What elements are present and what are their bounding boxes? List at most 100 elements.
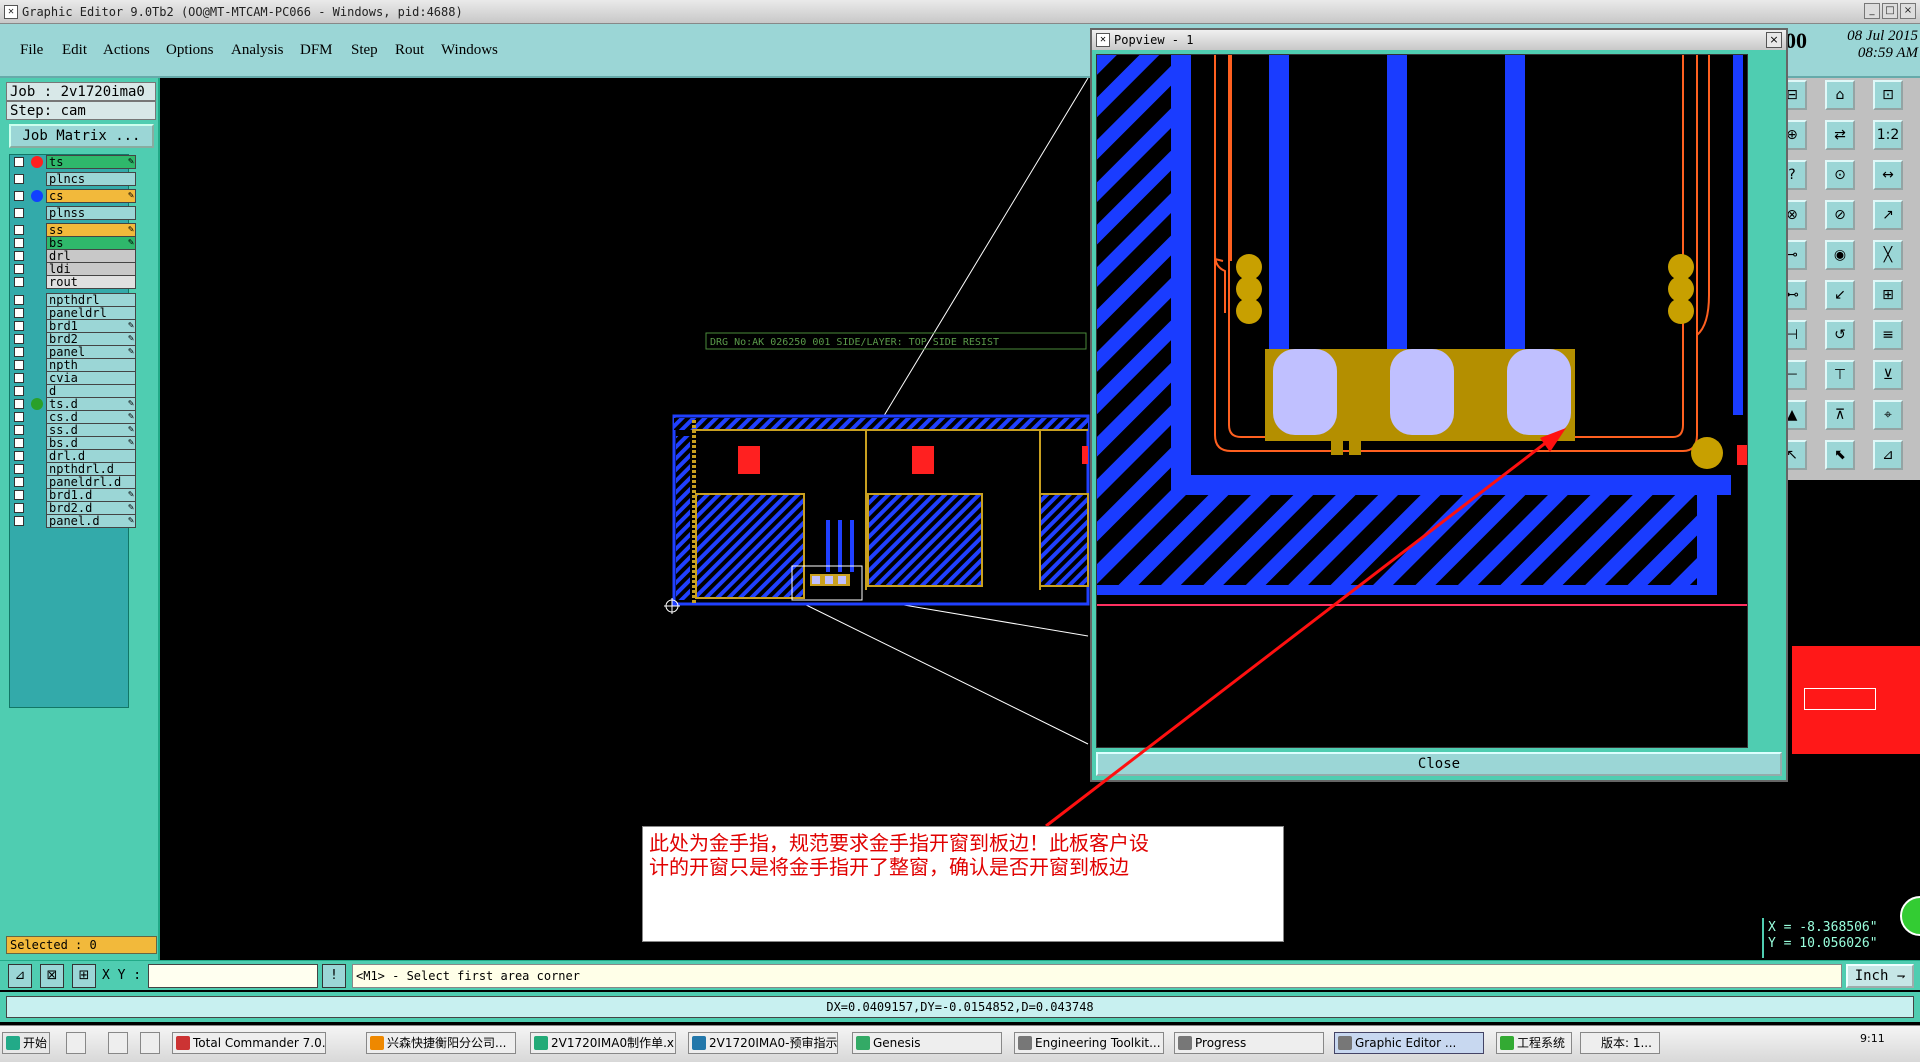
taskbar-item[interactable]: Progress — [1174, 1032, 1324, 1054]
quick-launch-2-icon[interactable] — [108, 1032, 128, 1054]
grid-icon[interactable]: ⊞ — [1873, 280, 1903, 310]
layer-name[interactable]: brd1 — [46, 319, 136, 333]
menu-options[interactable]: Options — [166, 42, 214, 59]
layer-checkbox[interactable] — [14, 191, 24, 201]
layer-name[interactable]: brd2 — [46, 332, 136, 346]
taskbar-item[interactable]: Genesis — [852, 1032, 1002, 1054]
layer-name[interactable]: cs.d — [46, 410, 136, 424]
layer-row[interactable]: paneldrl — [12, 306, 138, 320]
taskbar-item[interactable]: 兴森快捷衡阳分公司... — [366, 1032, 516, 1054]
layer-checkbox[interactable] — [14, 321, 24, 331]
layer-checkbox[interactable] — [14, 208, 24, 218]
layer-row[interactable]: ss.d ✎ — [12, 423, 138, 437]
overview-map[interactable] — [1792, 646, 1920, 754]
layer-name[interactable]: ss.d — [46, 423, 136, 437]
layer-row[interactable]: drl — [12, 249, 138, 263]
layer-checkbox[interactable] — [14, 360, 24, 370]
menu-analysis[interactable]: Analysis — [231, 42, 284, 59]
layer-checkbox[interactable] — [14, 464, 24, 474]
start-button[interactable]: 开始 — [2, 1032, 50, 1054]
layer-name[interactable]: brd2.d — [46, 501, 136, 515]
layer-row[interactable]: bs.d ✎ — [12, 436, 138, 450]
taskbar-item[interactable]: 工程系统 — [1496, 1032, 1572, 1054]
layer-checkbox[interactable] — [14, 295, 24, 305]
layer-checkbox[interactable] — [14, 412, 24, 422]
arrow-sw-icon[interactable]: ↙ — [1825, 280, 1855, 310]
layer-name[interactable]: ts — [46, 155, 136, 169]
layer-checkbox[interactable] — [14, 238, 24, 248]
layer-row[interactable]: drl.d — [12, 449, 138, 463]
rotate-icon[interactable]: ↺ — [1825, 320, 1855, 350]
close-window-button[interactable]: × — [1900, 3, 1916, 19]
menu-rout[interactable]: Rout — [395, 42, 424, 59]
layer-checkbox[interactable] — [14, 438, 24, 448]
layer-name[interactable]: paneldrl.d — [46, 475, 136, 489]
layer-checkbox[interactable] — [14, 347, 24, 357]
quick-launch-1-icon[interactable] — [66, 1032, 86, 1054]
layer-row[interactable]: npthdrl.d — [12, 462, 138, 476]
layer-name[interactable]: ldi — [46, 262, 136, 276]
snap-icon[interactable]: ⊿ — [8, 964, 32, 988]
layer-name[interactable]: panel.d — [46, 514, 136, 528]
layer-name[interactable]: ts.d — [46, 397, 136, 411]
layer-row[interactable]: plncs — [12, 172, 138, 186]
layer-checkbox[interactable] — [14, 264, 24, 274]
layer-row[interactable]: bs ✎ — [12, 236, 138, 250]
top-icon[interactable]: ⊤ — [1825, 360, 1855, 390]
cross-icon[interactable]: ╳ — [1873, 240, 1903, 270]
layer-name[interactable]: plncs — [46, 172, 136, 186]
layer-row[interactable]: panel ✎ — [12, 345, 138, 359]
popview-canvas[interactable] — [1096, 54, 1748, 748]
layer-row[interactable]: ldi — [12, 262, 138, 276]
taskbar-item[interactable]: Graphic Editor ... — [1334, 1032, 1484, 1054]
xy-input[interactable] — [148, 964, 318, 988]
scale-icon[interactable]: 1:2 — [1873, 120, 1903, 150]
layer-row[interactable]: ts.d ✎ — [12, 397, 138, 411]
layer-checkbox[interactable] — [14, 451, 24, 461]
layer-row[interactable]: ss ✎ — [12, 223, 138, 237]
select-icon[interactable]: ⬉ — [1825, 440, 1855, 470]
layer-row[interactable]: cvia — [12, 371, 138, 385]
layer-row[interactable]: paneldrl.d — [12, 475, 138, 489]
menu-file[interactable]: File — [20, 42, 43, 59]
layer-checkbox[interactable] — [14, 477, 24, 487]
menu-step[interactable]: Step — [351, 42, 378, 59]
layer-checkbox[interactable] — [14, 425, 24, 435]
unit-select[interactable]: Inch ⇁ — [1846, 964, 1914, 988]
layer-row[interactable]: cs ✎ — [12, 189, 138, 203]
center-icon[interactable]: ⊙ — [1825, 160, 1855, 190]
layer-checkbox[interactable] — [14, 225, 24, 235]
layer-name[interactable]: plnss — [46, 206, 136, 220]
layer-checkbox[interactable] — [14, 516, 24, 526]
popview-close-x[interactable]: × — [1766, 32, 1782, 48]
layer-checkbox[interactable] — [14, 386, 24, 396]
taskbar-item[interactable]: 版本: 1... — [1580, 1032, 1660, 1054]
arrow-h-icon[interactable]: ↔ — [1873, 160, 1903, 190]
wedge-icon[interactable]: ⊼ — [1825, 400, 1855, 430]
minimize-button[interactable]: _ — [1864, 3, 1880, 19]
layer-row[interactable]: rout — [12, 275, 138, 289]
taskbar-item[interactable]: Engineering Toolkit... — [1014, 1032, 1164, 1054]
info-icon[interactable]: ! — [322, 964, 346, 988]
layer-checkbox[interactable] — [14, 308, 24, 318]
home-view-icon[interactable]: ⌂ — [1825, 80, 1855, 110]
layer-row[interactable]: ts ✎ — [12, 155, 138, 169]
mask-icon[interactable]: ⊘ — [1825, 200, 1855, 230]
layer-row[interactable]: npth — [12, 358, 138, 372]
layer-row[interactable]: brd1.d ✎ — [12, 488, 138, 502]
fill-icon[interactable]: ◉ — [1825, 240, 1855, 270]
job-matrix-button[interactable]: Job Matrix ... — [9, 124, 154, 148]
taskbar-item[interactable]: 2V1720IMA0-预审指示... — [688, 1032, 838, 1054]
lines-icon[interactable]: ≡ — [1873, 320, 1903, 350]
layer-checkbox[interactable] — [14, 334, 24, 344]
layer-name[interactable]: bs — [46, 236, 136, 250]
layer-name[interactable]: rout — [46, 275, 136, 289]
layer-name[interactable]: d — [46, 384, 136, 398]
layer-name[interactable]: drl.d — [46, 449, 136, 463]
slope-icon[interactable]: ⊿ — [1873, 440, 1903, 470]
layer-checkbox[interactable] — [14, 399, 24, 409]
layer-name[interactable]: drl — [46, 249, 136, 263]
layer-row[interactable]: brd2.d ✎ — [12, 501, 138, 515]
layer-row[interactable]: npthdrl — [12, 293, 138, 307]
maximize-button[interactable]: □ — [1882, 3, 1898, 19]
